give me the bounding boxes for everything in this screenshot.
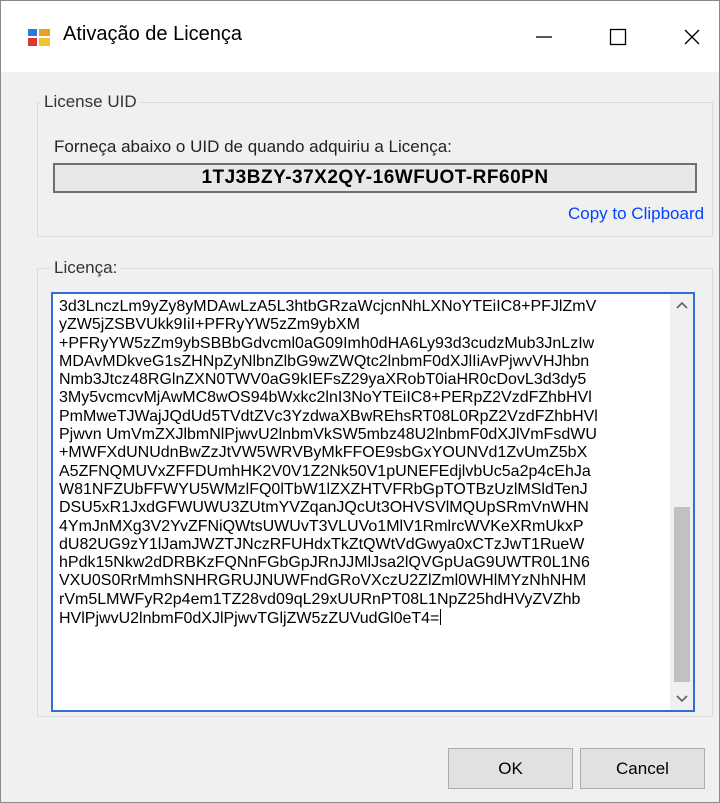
license-text-line: +MWFXdUNUdnBwZzJtVW5WRVByMkFFOE9sbGxYOUN… [59, 444, 588, 462]
license-text-line: 3d3LnczLm9yZy8yMDAwLzA5L3htbGRzaWcjcnNhL… [59, 298, 597, 315]
license-text-line: W81NFZUbFFWYU5WMzlFQ0lTbW1lZXZHTVFRbGpTO… [59, 480, 588, 498]
license-text-line: A5ZFNQMUVxZFFDUmhHK2V0V1Z2Nk50V1pUNEFEdj… [59, 462, 591, 480]
title-bar[interactable]: Ativação de Licença [1, 1, 719, 72]
license-text-line: Pjwvn UmVmZXJlbmNlPjwvU2lnbmVkSW5mbz48U2… [59, 426, 597, 444]
maximize-button[interactable] [581, 1, 655, 72]
scroll-up-button[interactable] [671, 294, 693, 316]
license-text-line: Nmb3Jtcz48RGlnZXN0TWV0aG9kIEFsZ29yaXRobT… [59, 371, 587, 389]
license-text-line: HVlPjwvU2lnbmF0dXJlPjwvTGljZW5zZUVudGl0e… [59, 609, 442, 628]
license-legend: Licença: [51, 258, 121, 278]
window-title: Ativação de Licença [63, 23, 243, 45]
license-text-line: yZW5jZSBVUkk9IiI+PFRyYW5zZm9ybXM [59, 316, 360, 334]
scroll-up-arrow-icon [676, 301, 688, 309]
license-uid-legend: License UID [41, 92, 140, 112]
license-text-line: dU82UG9zY1lJamJWZTJNczRFUHdxTkZtQWtVdGwy… [59, 535, 585, 553]
scrollbar-thumb[interactable] [674, 507, 690, 682]
license-text-content[interactable]: 3d3LnczLm9yZy8yMDAwLzA5L3htbGRzaWcjcnNhL… [59, 298, 665, 628]
maximize-icon [609, 28, 627, 45]
license-text-line: DSU5xR1JxdGFWUWU3ZUtmYVZqanJQcUt3OHVSVlM… [59, 499, 589, 517]
license-text-line: 3My5vcmcvMjAwMC8wOS94bWxkc2lnI3NoYTEiIC8… [59, 389, 592, 407]
minimize-button[interactable] [507, 1, 581, 72]
minimize-icon [536, 35, 552, 38]
license-activation-dialog: Ativação de Licença License UID Forneça … [0, 0, 720, 803]
close-icon [684, 29, 700, 44]
license-text-line: VXU0S0RrMmhSNHRGRUJNUWFndGRoVXczU2ZlZml0… [59, 572, 587, 590]
license-text-line: rVm5LMWFyR2p4em1TZ28vd09qL29xUURnPT08L1N… [59, 590, 581, 608]
license-text-line: MDAvMDkveG1sZHNpZyNlbnZlbG9wZWQtc2lnbmF0… [59, 352, 590, 370]
close-button[interactable] [655, 1, 720, 72]
license-text-line: +PFRyYW5zZm9ybSBBbGdvcml0aG09Imh0dHA6Ly9… [59, 334, 595, 352]
scroll-down-button[interactable] [671, 688, 693, 710]
license-text-line: 4YmJnMXg3V2YvZFNiQWtsUWUvT3VLUVo1MlV1Rml… [59, 517, 584, 535]
copy-to-clipboard-link[interactable]: Copy to Clipboard [568, 204, 704, 224]
license-text-line: hPdk15Nkw2dDRBKzFQNnFGbGpJRnJJMlJsa2lQVG… [59, 554, 590, 572]
license-app-icon [28, 29, 50, 46]
uid-value-field[interactable]: 1TJ3BZY-37X2QY-16WFUOT-RF60PN [53, 163, 697, 193]
text-caret [440, 609, 442, 626]
license-textarea[interactable]: 3d3LnczLm9yZy8yMDAwLzA5L3htbGRzaWcjcnNhL… [51, 292, 695, 712]
license-text-line: PmMweTJWajJQdUd5TVdtZVc3YzdwaXBwREhsRT08… [59, 407, 598, 425]
ok-button[interactable]: OK [448, 748, 573, 789]
cancel-button[interactable]: Cancel [580, 748, 705, 789]
uid-prompt-label: Forneça abaixo o UID de quando adquiriu … [54, 137, 452, 156]
vertical-scrollbar[interactable] [670, 294, 693, 710]
scroll-down-arrow-icon [676, 695, 688, 703]
